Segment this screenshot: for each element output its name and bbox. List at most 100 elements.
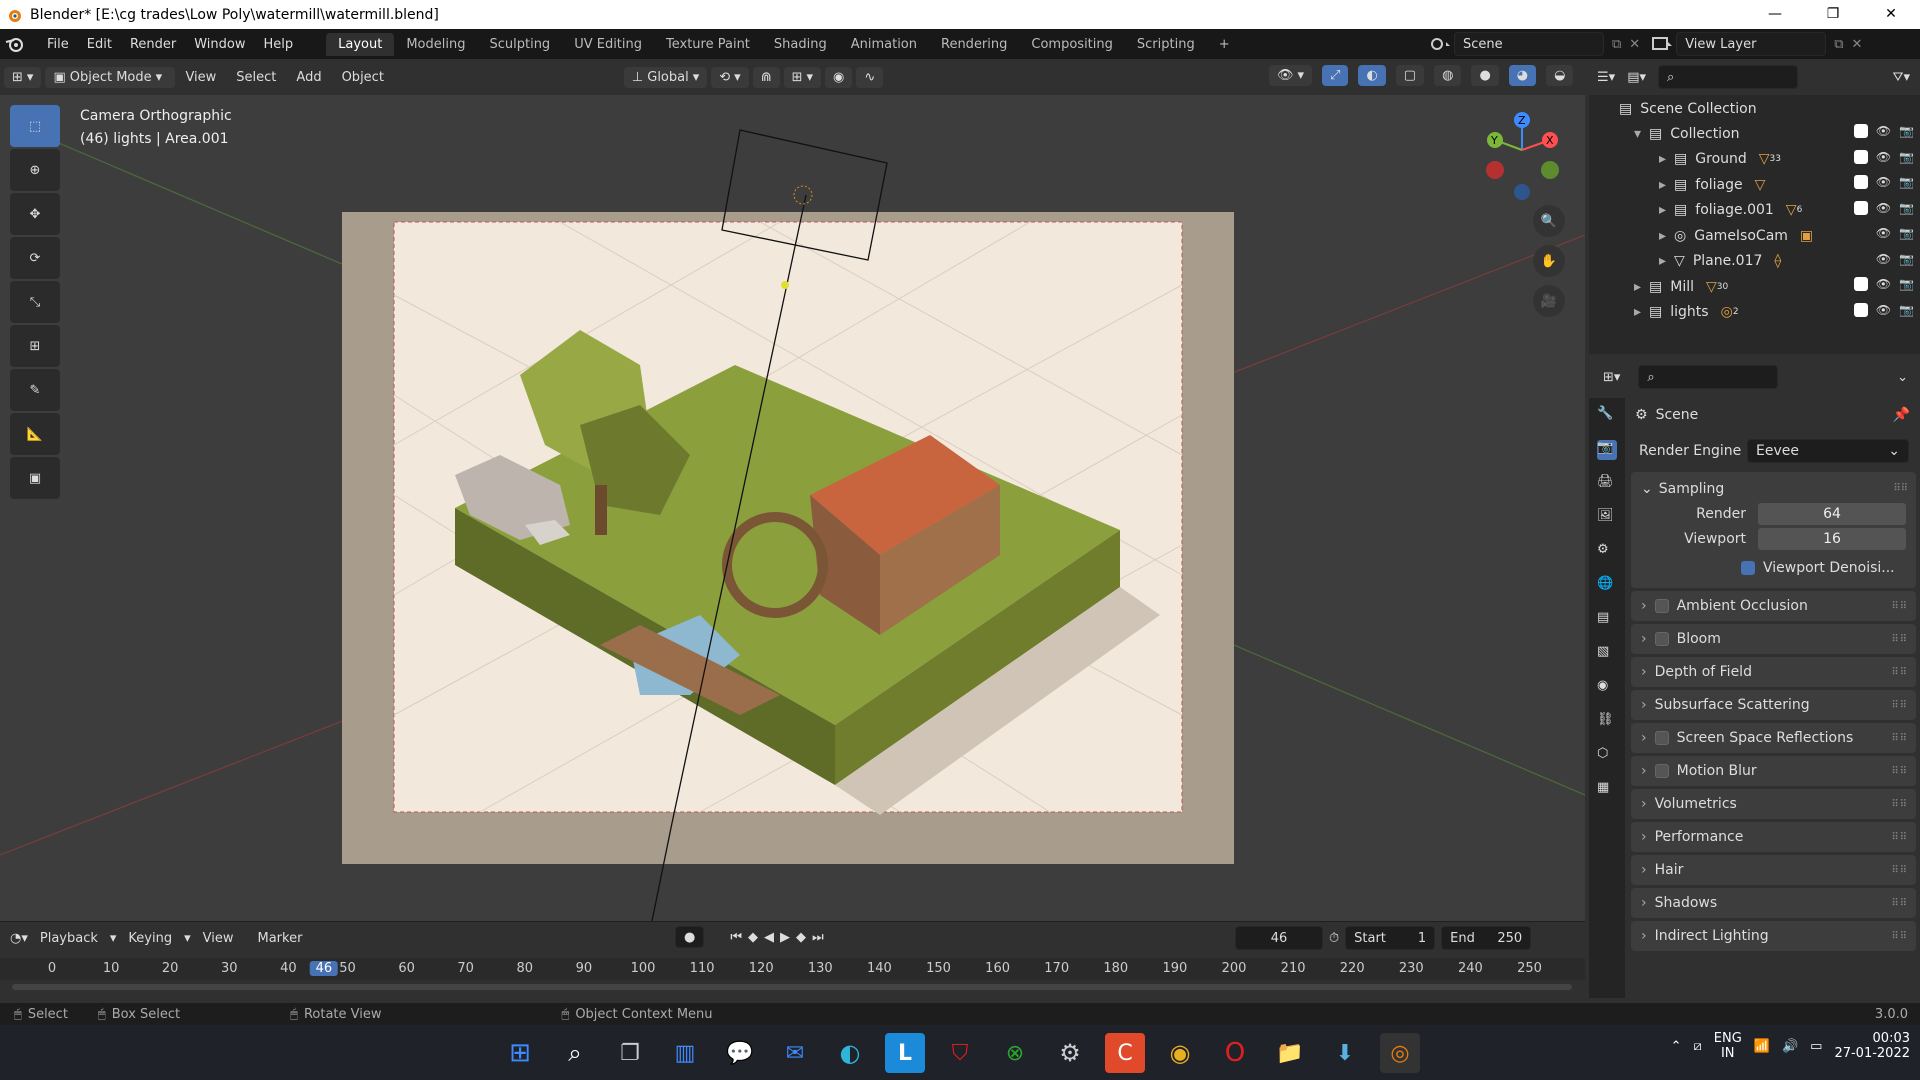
expand-arrow-icon[interactable]: ▾ (1634, 126, 1641, 142)
end-frame-field[interactable]: End 250 (1441, 926, 1532, 950)
proportional-edit-toggle[interactable]: ◉ (825, 66, 853, 88)
expand-arrow-icon[interactable]: ▸ (1659, 177, 1666, 193)
panel-screen-space-reflections[interactable]: › Screen Space Reflections ⠿⠿ (1631, 723, 1916, 753)
panel-checkbox[interactable] (1654, 632, 1669, 646)
outliner-row[interactable]: ▸ ▤ foliage ▽ 👁 📷 (1589, 172, 1920, 197)
outliner-scene-collection[interactable]: ▤ Scene Collection (1589, 96, 1920, 121)
render-camera-icon[interactable]: 📷 (1899, 201, 1914, 215)
task-view-icon[interactable]: ❐ (610, 1033, 650, 1073)
tab-shading[interactable]: Shading (762, 33, 839, 56)
add-cube-tool[interactable]: ▣ (10, 457, 60, 499)
chevron-down-icon[interactable]: ⌄ (1897, 370, 1908, 385)
drag-handle-icon[interactable]: ⠿⠿ (1891, 733, 1908, 744)
close-button[interactable]: ✕ (1862, 0, 1920, 29)
shading-solid[interactable]: ● (1471, 65, 1499, 86)
object-data-icon[interactable]: ◎ (1721, 304, 1733, 320)
viewport-menu-select[interactable]: Select (226, 70, 286, 85)
outliner-search-input[interactable]: ⌕ (1658, 65, 1798, 89)
zoom-button[interactable]: 🔍 (1533, 205, 1565, 237)
exclude-checkbox[interactable] (1853, 124, 1868, 138)
timeline-editor-icon[interactable]: ◔▾ (10, 931, 28, 946)
menu-help[interactable]: Help (255, 37, 303, 52)
timeline-menu-keying[interactable]: Keying (116, 931, 184, 946)
object-tab-icon[interactable]: ▧ (1597, 644, 1617, 664)
object-data-icon[interactable]: ▽ (1759, 151, 1770, 167)
pan-button[interactable]: ✋ (1533, 245, 1565, 277)
viewport-menu-view[interactable]: View (175, 70, 226, 85)
exclude-checkbox[interactable] (1853, 302, 1868, 317)
mail-icon[interactable]: ✉ (775, 1033, 815, 1073)
tab-uv-editing[interactable]: UV Editing (562, 33, 654, 56)
current-frame-field[interactable]: 46 (1235, 926, 1323, 950)
delete-view-layer-icon[interactable]: ✕ (1852, 37, 1863, 52)
outliner-row[interactable]: ▸ ◎ GameIsoCam ▣ 👁 📷 (1589, 223, 1920, 248)
panel-motion-blur[interactable]: › Motion Blur ⠿⠿ (1631, 756, 1916, 786)
xray-toggle[interactable]: ▢ (1395, 65, 1425, 86)
chevron-up-icon[interactable]: ⌃ (1671, 1039, 1682, 1054)
render-camera-icon[interactable]: 📷 (1899, 303, 1914, 317)
exclude-checkbox[interactable] (1853, 277, 1868, 291)
windows-start-icon[interactable]: ⊞ (500, 1033, 540, 1073)
panel-hair[interactable]: › Hair ⠿⠿ (1631, 855, 1916, 885)
new-view-layer-icon[interactable]: ⧉ (1834, 37, 1843, 52)
display-mode-icon[interactable]: ▤▾ (1627, 70, 1646, 85)
drag-handle-icon[interactable]: ⠿⠿ (1891, 931, 1908, 942)
render-camera-icon[interactable]: 📷 (1899, 226, 1914, 240)
add-workspace-button[interactable]: + (1207, 33, 1242, 56)
overlay-toggle[interactable]: ◐ (1358, 65, 1386, 86)
play-reverse-button[interactable]: ◀ (764, 930, 774, 945)
tab-sculpting[interactable]: Sculpting (477, 33, 562, 56)
snap-settings-button[interactable]: ⊞ ▾ (783, 66, 822, 88)
gizmo-neg-z-axis[interactable] (1514, 184, 1530, 200)
visibility-button[interactable]: 👁 ▾ (1269, 65, 1313, 86)
viewport-menu-object[interactable]: Object (332, 70, 394, 85)
drag-handle-icon[interactable]: ⠿⠿ (1891, 667, 1908, 678)
autokey-toggle[interactable]: ● (675, 926, 705, 948)
timeline-menu-view[interactable]: View (191, 931, 246, 946)
language-indicator[interactable]: ENG IN (1714, 1031, 1742, 1061)
exclude-checkbox[interactable] (1853, 200, 1868, 215)
snap-toggle[interactable]: ⋒ (752, 66, 780, 88)
constraints-tab-icon[interactable]: ⛓ (1597, 712, 1617, 732)
sampling-header[interactable]: ⌄ Sampling ⠿⠿ (1631, 476, 1916, 501)
search-icon[interactable]: ⌕ (555, 1033, 595, 1073)
jump-start-button[interactable]: ⏮ (730, 930, 742, 945)
panel-shadows[interactable]: › Shadows ⠿⠿ (1631, 888, 1916, 918)
rotate-tool[interactable]: ⟳ (10, 237, 60, 279)
render-camera-icon[interactable]: 📷 (1899, 252, 1914, 266)
object-data-icon[interactable]: ▽ (1786, 202, 1797, 218)
navigation-gizmo[interactable]: Z Y X (1486, 112, 1559, 200)
tab-texture-paint[interactable]: Texture Paint (654, 33, 762, 56)
render-camera-icon[interactable]: 📷 (1899, 175, 1914, 189)
chat-icon[interactable]: 💬 (720, 1033, 760, 1073)
timeline-ruler[interactable]: 0 10 20 30 40 50 60 70 80 90 100 110 120 130 140 150 160… (0, 958, 1585, 980)
viewport-denoise-checkbox[interactable] (1741, 560, 1755, 575)
tab-modeling[interactable]: Modeling (394, 33, 477, 56)
camera-view-button[interactable]: 🎥 (1533, 285, 1565, 317)
drag-handle-icon[interactable]: ⠿⠿ (1891, 898, 1908, 909)
viewport-samples-field[interactable]: 16 (1758, 527, 1906, 550)
eye-icon[interactable]: 👁 (1876, 175, 1891, 189)
new-scene-icon[interactable]: ⧉ (1612, 37, 1621, 52)
opera-icon[interactable]: O (1215, 1033, 1255, 1073)
tab-layout[interactable]: Layout (326, 32, 395, 56)
object-data-icon[interactable]: ▣ (1800, 228, 1813, 244)
menu-file[interactable]: File (38, 37, 78, 52)
shading-material[interactable]: ◕ (1508, 65, 1537, 86)
cursor-tool[interactable]: ⊕ (10, 149, 60, 191)
texture-tab-icon[interactable]: ▦ (1597, 780, 1617, 800)
expand-arrow-icon[interactable]: ▸ (1634, 304, 1641, 320)
delete-scene-icon[interactable]: ✕ (1629, 37, 1640, 52)
output-tab-icon[interactable]: 🖨 (1597, 474, 1617, 494)
outliner-row[interactable]: ▸ ▤ Ground ▽ 33 👁 📷 (1589, 147, 1920, 172)
scene-tab-icon[interactable]: ⚙ (1597, 542, 1617, 562)
physics-tab-icon[interactable]: ◉ (1597, 678, 1617, 698)
app-red-icon[interactable]: C (1105, 1033, 1145, 1073)
tab-rendering[interactable]: Rendering (929, 33, 1019, 56)
drag-handle-icon[interactable]: ⠿⠿ (1891, 865, 1908, 876)
expand-arrow-icon[interactable]: ▸ (1659, 253, 1666, 269)
drag-handle-icon[interactable]: ⠿⠿ (1891, 601, 1908, 612)
shading-rendered[interactable]: ◒ (1546, 65, 1574, 86)
properties-search-input[interactable]: ⌕ (1638, 365, 1779, 389)
drag-handle-icon[interactable]: ⠿⠿ (1891, 634, 1908, 645)
